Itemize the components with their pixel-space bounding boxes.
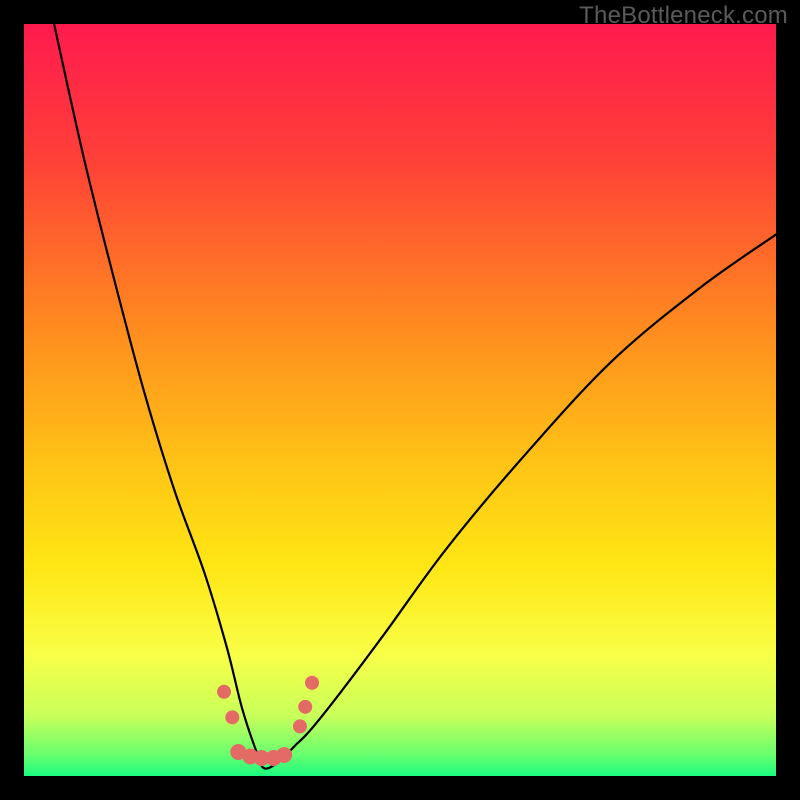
marker-dot — [293, 719, 307, 733]
marker-dot — [305, 676, 319, 690]
chart-background — [24, 24, 776, 776]
marker-dot — [225, 710, 239, 724]
watermark-text: TheBottleneck.com — [579, 2, 788, 30]
marker-dot — [298, 700, 312, 714]
marker-dot — [217, 685, 231, 699]
marker-dot — [276, 747, 292, 763]
chart-canvas — [24, 24, 776, 776]
